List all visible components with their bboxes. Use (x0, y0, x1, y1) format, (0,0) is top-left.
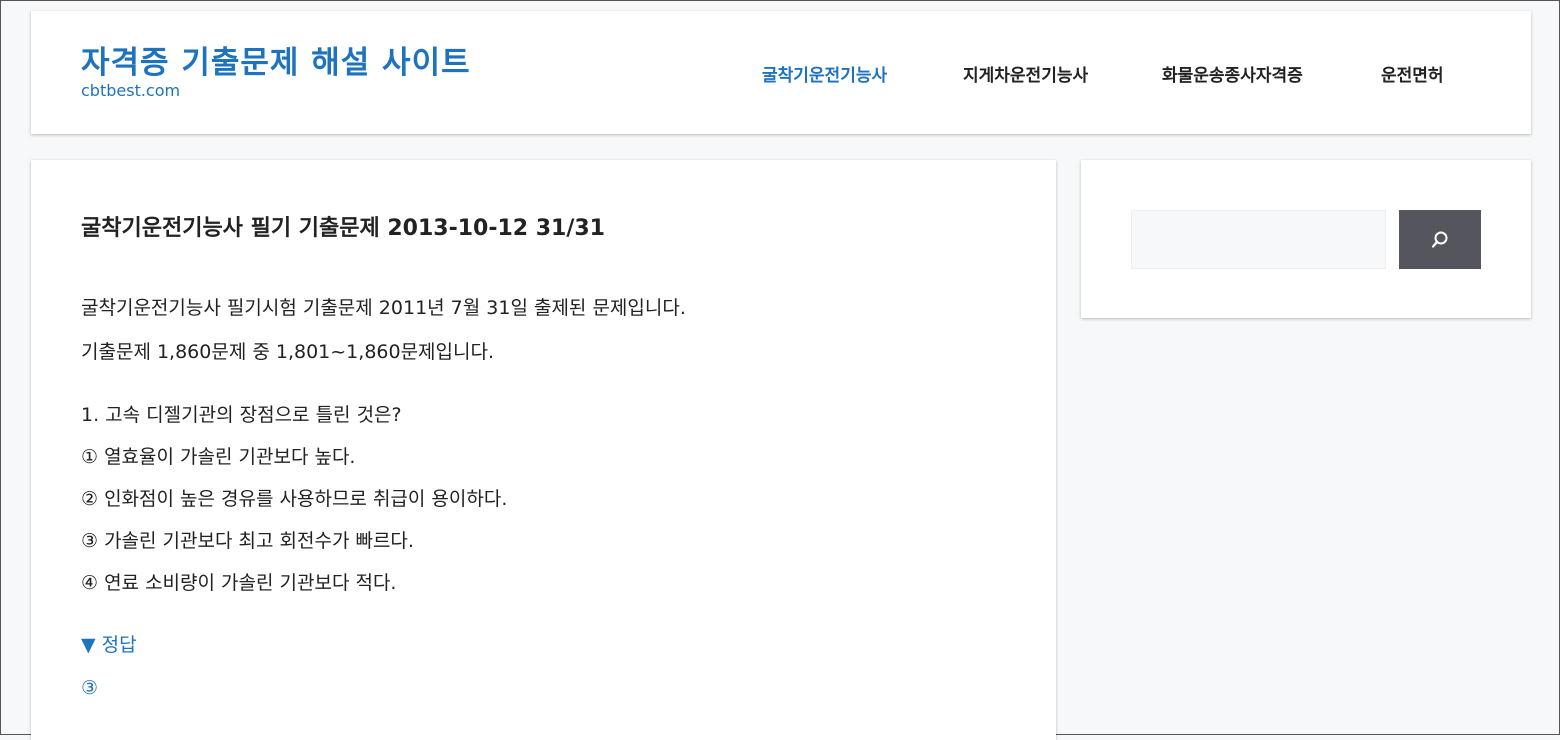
search-input[interactable] (1131, 210, 1386, 269)
nav-item-forklift[interactable]: 지게차운전기능사 (963, 61, 1088, 86)
nav-item-cargo-transport[interactable]: 화물운송종사자격증 (1162, 61, 1303, 86)
answer-value: ③ (81, 677, 99, 699)
option-2: ② 인화점이 높은 경유를 사용하므로 취급이 용이하다. (81, 488, 508, 510)
search-icon (1431, 231, 1448, 248)
nav-item-excavator[interactable]: 굴착기운전기능사 (762, 61, 887, 86)
answer-toggle[interactable]: ▼ 정답 (81, 630, 137, 657)
intro-line-1: 굴착기운전기능사 필기시험 기출문제 2011년 7월 31일 출제된 문제입니… (81, 297, 686, 319)
sidebar-search-widget (1081, 160, 1531, 318)
site-description: cbtbest.com (81, 81, 181, 100)
intro-line-2: 기출문제 1,860문제 중 1,801~1,860문제입니다. (81, 341, 495, 363)
option-1: ① 열효율이 가솔린 기관보다 높다. (81, 446, 356, 468)
site-title[interactable]: 자격증 기출문제 해설 사이트 (81, 37, 471, 82)
option-4: ④ 연료 소비량이 가솔린 기관보다 적다. (81, 572, 397, 594)
nav-item-drivers-license[interactable]: 운전면허 (1381, 61, 1444, 86)
option-3: ③ 가솔린 기관보다 최고 회전수가 빠르다. (81, 530, 414, 552)
question-text: 1. 고속 디젤기관의 장점으로 틀린 것은? (81, 404, 402, 426)
post-title: 굴착기운전기능사 필기 기출문제 2013-10-12 31/31 (81, 216, 605, 241)
main-content: 굴착기운전기능사 필기 기출문제 2013-10-12 31/31 굴착기운전기… (31, 160, 1056, 740)
search-button[interactable] (1399, 210, 1481, 269)
site-header: 자격증 기출문제 해설 사이트 cbtbest.com 굴착기운전기능사 지게차… (31, 11, 1531, 134)
